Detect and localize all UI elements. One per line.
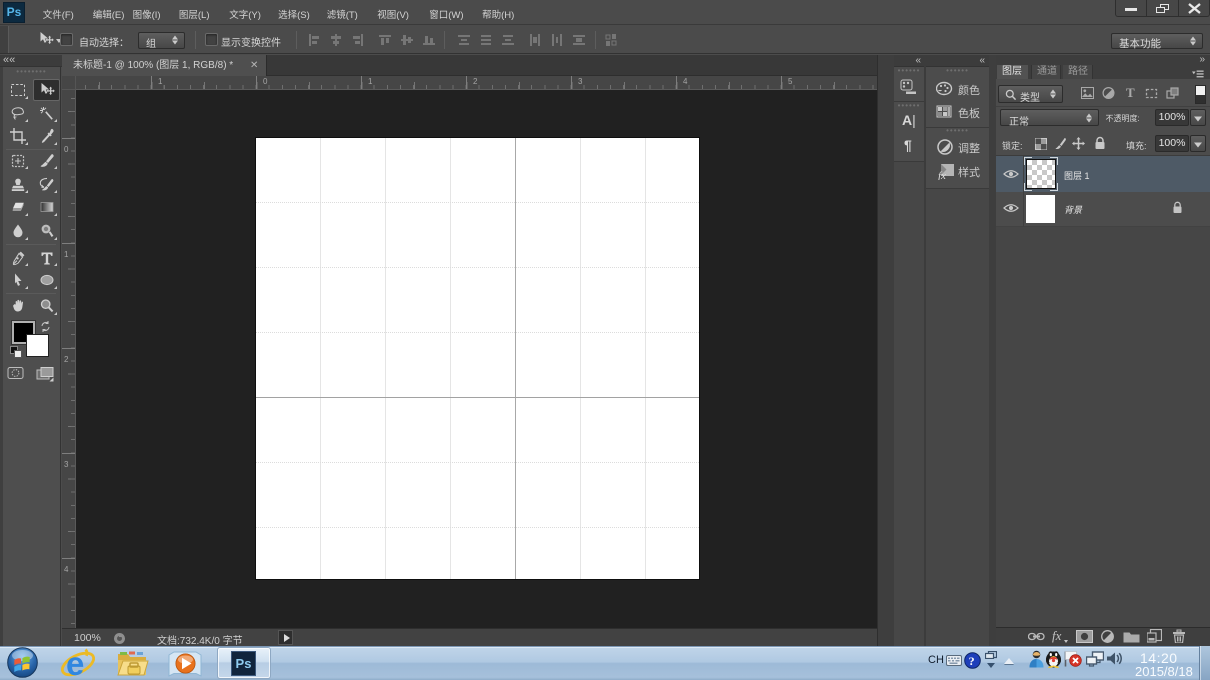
svg-text:fx: fx (938, 170, 946, 180)
svg-text:e: e (66, 647, 84, 680)
svg-text:fx: fx (1052, 629, 1062, 643)
svg-text:?: ? (969, 654, 975, 668)
svg-text:T: T (1126, 86, 1135, 99)
